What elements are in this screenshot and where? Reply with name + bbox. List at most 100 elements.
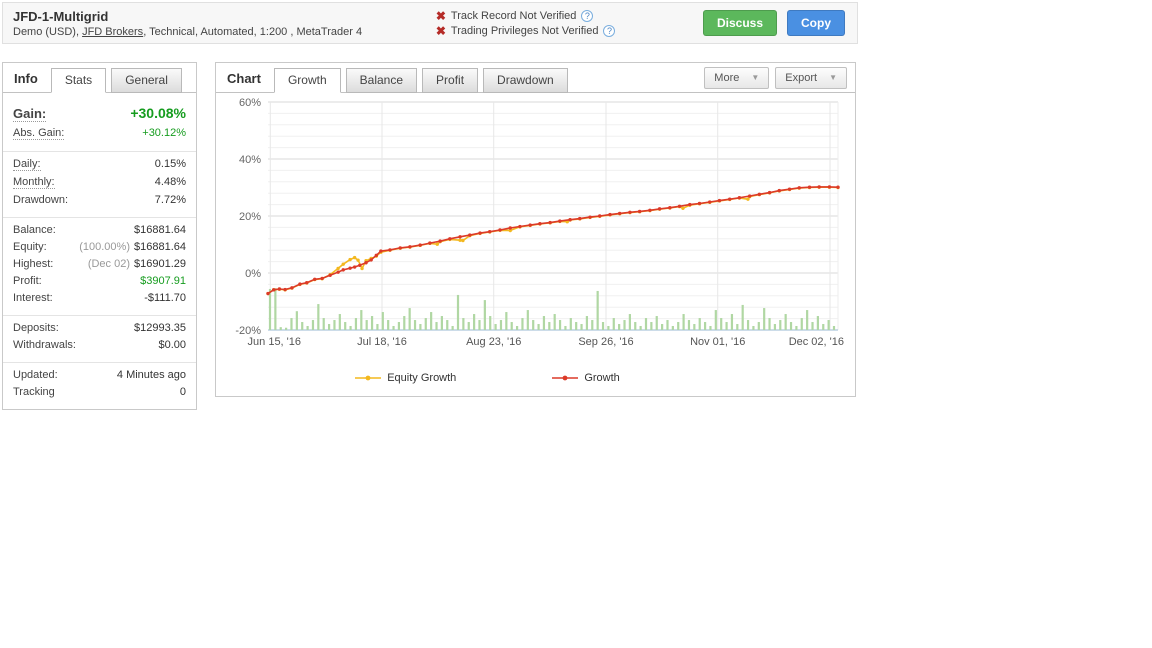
activity-bar <box>510 322 513 330</box>
activity-bar <box>365 320 368 330</box>
stat-value: 0.15% <box>154 158 186 170</box>
activity-bar <box>537 324 540 330</box>
activity-bar <box>526 310 529 330</box>
activity-bar <box>741 304 744 330</box>
stat-row: Highest: (Dec 02) $16901.29 <box>3 258 196 270</box>
data-point <box>528 223 532 227</box>
data-point <box>352 255 357 260</box>
activity-bar <box>494 324 497 330</box>
tab-growth[interactable]: Growth <box>273 68 341 93</box>
activity-bar <box>832 326 836 330</box>
chart-tabs: Growth Balance Profit Drawdown <box>273 68 573 93</box>
data-point <box>438 239 442 243</box>
chevron-down-icon: ▼ <box>751 73 760 82</box>
broker-link[interactable]: JFD Brokers <box>82 26 143 38</box>
data-point <box>488 229 492 234</box>
legend-item-equity-growth[interactable]: Equity Growth <box>355 372 456 384</box>
svg-text:40%: 40% <box>239 154 261 166</box>
activity-bar <box>644 318 648 330</box>
more-label: More <box>714 71 740 84</box>
myfxbook-account-page: JFD-1-Multigrid Demo (USD), JFD Brokers,… <box>0 0 1152 648</box>
data-point <box>388 248 392 252</box>
activity-bar <box>607 326 610 330</box>
data-point <box>348 266 352 270</box>
copy-button[interactable]: Copy <box>787 10 845 36</box>
activity-bar <box>623 320 626 330</box>
stat-label: Equity: <box>13 241 47 253</box>
data-point <box>637 209 642 214</box>
export-dropdown[interactable]: Export ▼ <box>775 66 847 89</box>
activity-bar <box>290 318 293 330</box>
data-point <box>558 219 562 223</box>
stat-value: 7.72% <box>154 194 186 206</box>
stat-row: Daily: 0.15% <box>3 158 196 171</box>
activity-bar <box>628 314 631 330</box>
data-point <box>374 253 378 258</box>
stat-label: Tracking <box>13 386 55 398</box>
activity-bar <box>333 320 336 330</box>
stat-row: Balance: $16881.64 <box>3 224 196 236</box>
data-point <box>498 228 502 232</box>
tab-balance[interactable]: Balance <box>345 68 418 93</box>
data-point <box>668 206 672 210</box>
activity-bar <box>746 320 750 330</box>
activity-bar <box>456 294 460 330</box>
data-point <box>548 220 552 225</box>
activity-bar <box>800 318 803 330</box>
help-icon[interactable]: ? <box>581 9 594 22</box>
data-point <box>358 263 362 268</box>
stat-label: Daily: <box>13 158 41 171</box>
data-point <box>408 245 412 249</box>
data-point <box>348 257 352 262</box>
stat-value: 4.48% <box>154 176 186 188</box>
legend-item-growth[interactable]: Growth <box>552 372 620 384</box>
activity-bar <box>483 300 486 330</box>
activity-bar <box>515 326 519 330</box>
activity-bar <box>693 324 696 330</box>
activity-bar <box>322 318 325 330</box>
data-point <box>298 282 302 286</box>
tab-drawdown[interactable]: Drawdown <box>483 68 568 93</box>
activity-bar <box>435 322 438 330</box>
more-dropdown[interactable]: More ▼ <box>704 66 770 89</box>
data-point <box>628 210 632 214</box>
tab-profit[interactable]: Profit <box>422 68 479 93</box>
data-point <box>360 266 364 271</box>
legend-label: Equity Growth <box>387 372 457 384</box>
activity-bar <box>709 326 712 330</box>
legend-label: Growth <box>584 372 620 384</box>
stat-value: +30.08% <box>130 105 186 121</box>
stat-label: Interest: <box>13 292 53 304</box>
help-icon[interactable]: ? <box>603 24 616 37</box>
activity-bar <box>558 320 562 330</box>
activity-bar <box>564 326 567 330</box>
activity-bar <box>268 288 272 330</box>
trading-privileges-status: ✖ Trading Privileges Not Verified ? <box>436 24 703 37</box>
activity-bar <box>591 320 594 330</box>
activity-bar <box>279 327 282 330</box>
series-line-equity-growth <box>267 186 839 295</box>
discuss-button[interactable]: Discuss <box>702 10 777 36</box>
stat-label: Highest: <box>13 258 54 270</box>
activity-bar <box>763 308 766 330</box>
tab-general[interactable]: General <box>111 68 182 93</box>
data-point <box>320 276 324 281</box>
activity-bar <box>478 320 481 330</box>
data-point <box>352 265 357 269</box>
activity-bar <box>655 316 658 330</box>
activity-bar <box>634 322 637 330</box>
svg-text:Sep 26, '16: Sep 26, '16 <box>578 336 633 348</box>
data-point <box>468 233 472 237</box>
data-point <box>728 197 732 201</box>
data-point <box>364 261 368 265</box>
stat-label: Updated: <box>13 369 58 381</box>
track-record-status: ✖ Track Record Not Verified ? <box>436 9 703 22</box>
data-point <box>617 211 622 216</box>
activity-bar <box>816 316 819 330</box>
activity-bar <box>274 288 277 330</box>
growth-chart[interactable]: 60% 40% 20% 0% -20% Jun 15, '16 Jul 18, '16 Aug… <box>216 93 855 364</box>
tab-stats[interactable]: Stats <box>50 68 107 93</box>
activity-bar <box>349 326 352 330</box>
activity-bar <box>575 322 578 330</box>
activity-bar <box>768 318 771 330</box>
